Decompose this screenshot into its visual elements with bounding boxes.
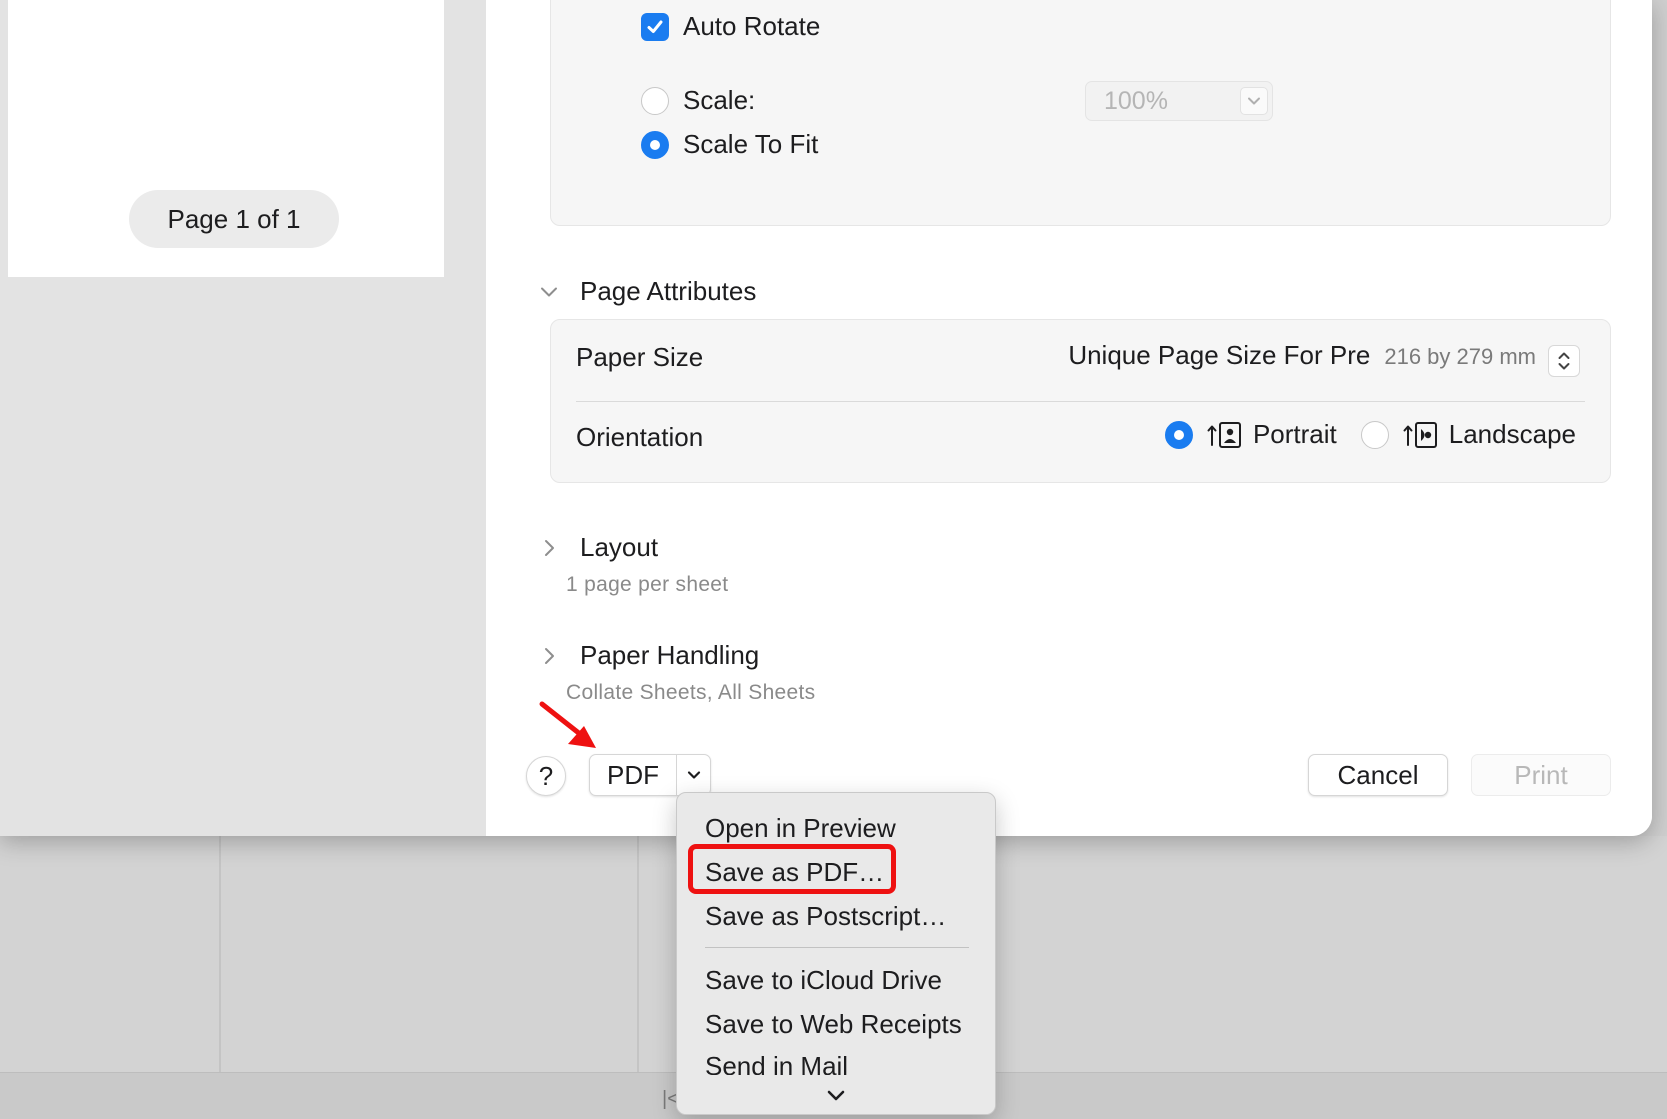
layout-header[interactable]: Layout — [538, 532, 658, 563]
background-divider — [219, 836, 221, 1072]
paper-size-value[interactable]: Unique Page Size For Pre 216 by 279 mm — [1068, 340, 1536, 371]
pdf-button-label[interactable]: PDF — [590, 755, 676, 795]
menu-item-save-as-postscript[interactable]: Save as Postscript… — [705, 901, 946, 932]
help-button[interactable]: ? — [526, 756, 566, 796]
annotation-arrow-icon — [539, 701, 596, 748]
scale-to-fit-radio[interactable] — [641, 130, 669, 159]
landscape-icon — [1403, 421, 1439, 449]
page-attributes-header[interactable]: Page Attributes — [538, 276, 756, 307]
chevron-down-icon[interactable] — [538, 286, 560, 298]
scale-value: 100% — [1104, 86, 1168, 115]
portrait-radio[interactable] — [1164, 420, 1193, 449]
menu-item-save-to-icloud[interactable]: Save to iCloud Drive — [705, 965, 942, 996]
up-down-chevron-icon — [1558, 352, 1570, 370]
cancel-button[interactable]: Cancel — [1308, 754, 1448, 796]
scale-option[interactable]: Scale: — [641, 85, 755, 116]
auto-rotate-option[interactable]: Auto Rotate — [641, 11, 820, 42]
options-panel: Auto Rotate Scale: 100% Scale To Fit — [550, 0, 1611, 226]
auto-rotate-label: Auto Rotate — [683, 11, 821, 41]
orientation-options: Portrait Landscape — [1164, 419, 1576, 450]
scale-to-fit-option[interactable]: Scale To Fit — [641, 129, 818, 160]
menu-scroll-down[interactable] — [677, 1075, 995, 1114]
chevron-down-icon[interactable] — [676, 755, 710, 795]
scale-radio[interactable] — [641, 86, 669, 115]
scale-label: Scale: — [683, 85, 756, 115]
landscape-label: Landscape — [1448, 419, 1576, 449]
auto-rotate-checkbox[interactable] — [641, 12, 669, 41]
annotation-highlight-box — [688, 844, 896, 894]
chevron-right-icon[interactable] — [538, 539, 560, 557]
paper-size-stepper[interactable] — [1548, 345, 1580, 377]
portrait-label: Portrait — [1252, 419, 1337, 449]
paper-handling-title: Paper Handling — [580, 640, 760, 670]
portrait-icon — [1207, 421, 1243, 449]
menu-item-open-in-preview[interactable]: Open in Preview — [705, 813, 896, 844]
paper-handling-header[interactable]: Paper Handling — [538, 640, 759, 671]
background-divider — [637, 836, 639, 1072]
pdf-menu-button[interactable]: PDF — [589, 754, 711, 796]
paper-size-dimensions: 216 by 279 mm — [1384, 344, 1536, 369]
attributes-divider — [576, 401, 1585, 402]
print-dialog: Page 1 of 1 Auto Rotate Scale: 100% Scal… — [0, 0, 1652, 836]
paper-size-name: Unique Page Size For Pre — [1068, 340, 1371, 370]
scale-field[interactable]: 100% — [1085, 81, 1273, 121]
preview-pane: Page 1 of 1 — [0, 0, 486, 836]
paper-size-label: Paper Size — [576, 342, 704, 372]
page-attributes-title: Page Attributes — [580, 276, 757, 306]
orientation-label: Orientation — [576, 422, 704, 452]
page-attributes-panel: Paper Size Unique Page Size For Pre 216 … — [550, 319, 1611, 483]
page-indicator: Page 1 of 1 — [129, 190, 339, 248]
scale-to-fit-label: Scale To Fit — [683, 129, 819, 159]
pdf-dropdown-menu: Open in Preview Save as PDF… Save as Pos… — [676, 792, 996, 1115]
chevron-down-icon — [827, 1090, 845, 1100]
checkmark-icon — [647, 20, 663, 33]
menu-item-save-to-web-receipts[interactable]: Save to Web Receipts — [705, 1009, 962, 1040]
page-preview: Page 1 of 1 — [8, 0, 444, 277]
print-button[interactable]: Print — [1471, 754, 1611, 796]
settings-pane: Auto Rotate Scale: 100% Scale To Fit Pag… — [486, 0, 1652, 836]
layout-summary: 1 page per sheet — [566, 573, 729, 596]
layout-title: Layout — [580, 532, 659, 562]
chevron-down-icon[interactable] — [1240, 87, 1268, 115]
chevron-right-icon[interactable] — [538, 647, 560, 665]
landscape-radio[interactable] — [1360, 420, 1389, 449]
menu-separator — [705, 947, 969, 948]
